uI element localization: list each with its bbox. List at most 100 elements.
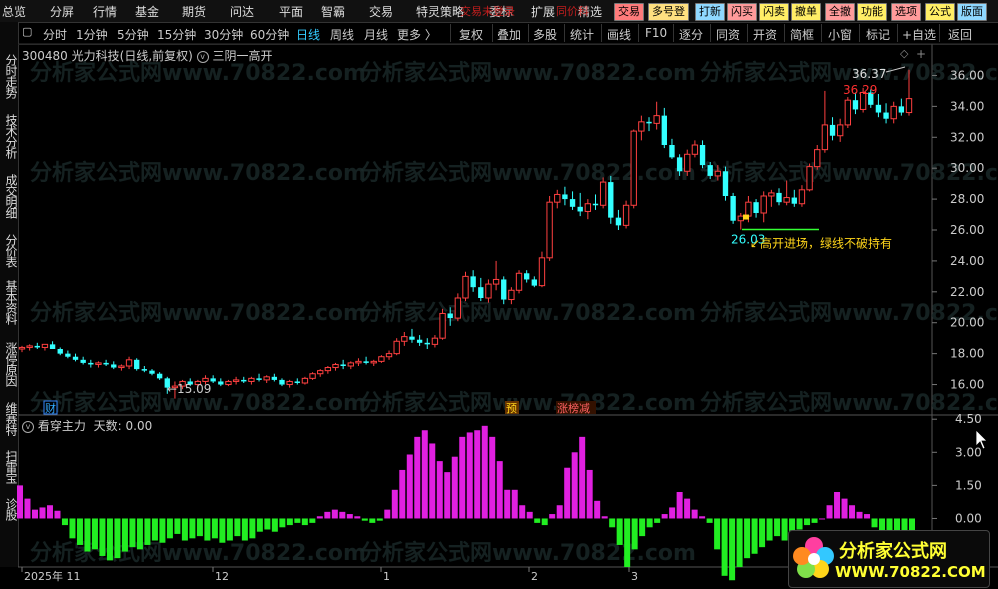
ind-bar-negative (234, 518, 241, 537)
ind-bar-negative (369, 518, 376, 523)
candle-body-up (125, 359, 133, 367)
candle-body-up (401, 336, 408, 342)
candle-body-down (722, 171, 729, 196)
candle-body-up (317, 370, 324, 375)
candle-body-up (248, 377, 255, 382)
candle-body-down (592, 203, 599, 206)
candle-body-up (508, 289, 515, 301)
candle-body-up (26, 345, 33, 348)
watermark-text: 分析家公式网www.70822.com (360, 300, 696, 326)
candle-body-down (271, 376, 278, 380)
candle-body-up (324, 367, 332, 372)
ind-bar-negative (249, 518, 256, 539)
candle-body-up (599, 181, 607, 206)
ind-bar-negative (241, 518, 248, 541)
candle-body-up (638, 121, 645, 132)
ind-bar-negative (129, 518, 136, 548)
candle-body-down (669, 145, 675, 158)
formula-toggle-icon[interactable]: v (196, 50, 209, 63)
ind-bar-negative (189, 518, 196, 539)
annotation-high-price: 36.37 (852, 67, 886, 81)
ind-bar-positive (17, 485, 23, 519)
candle-body-down (875, 104, 882, 113)
ind-bar-negative (121, 518, 128, 552)
ind-bar-negative (624, 518, 631, 567)
ind-bar-negative (804, 518, 811, 526)
ind-bar-negative (609, 518, 616, 528)
main-y-axis: 36.00 34.00 32.00 30.00 28.00 26.00 24.00 22.00… (932, 68, 984, 392)
ind-bar-positive (406, 454, 413, 519)
ind-bar-positive (346, 514, 353, 519)
candle-body-up (760, 195, 767, 214)
ind-bar-positive (429, 443, 436, 519)
y-tick-label: 34.00 (950, 99, 984, 113)
x-tick-label: 12 (215, 570, 229, 583)
ind-bar-negative (76, 518, 83, 545)
candle-body-down (363, 361, 369, 363)
candle-body-up (462, 275, 469, 299)
candle-body-down (294, 381, 300, 383)
candle-body-up (630, 130, 637, 206)
x-axis: 2025年 11 12 1 2 3 (21, 567, 638, 583)
candle-body-up (41, 343, 49, 348)
ind-bar-negative (721, 518, 728, 576)
ind-bar-negative (91, 518, 98, 550)
ind-bar-negative (811, 518, 818, 523)
site-logo: 分析家公式网 WWW.70822.COM (788, 530, 990, 588)
kline-chart: 分析家公式网www.70822.com分析家公式网www.70822.com 分析… (17, 43, 998, 583)
candle-body-down (562, 194, 568, 200)
ind-bar-negative (159, 518, 166, 543)
chart-title-row: 300480 光力科技(日线,前复权) v 三阴一高开 (22, 47, 273, 64)
ind-bar-positive (586, 469, 593, 519)
candle-body-up (485, 283, 492, 299)
ind-bar-negative (166, 518, 173, 539)
candle-body-down (111, 364, 117, 368)
candle-body-up (768, 192, 775, 197)
candle-body-down (791, 197, 797, 204)
indicator-toggle-icon[interactable]: v (22, 420, 34, 433)
candle-body-down (149, 370, 155, 374)
candle-body-down (340, 364, 346, 366)
ind-bar-negative (744, 518, 751, 559)
ind-bar-negative (309, 518, 316, 523)
candle-body-down (883, 112, 889, 119)
candle-body-up (684, 153, 691, 172)
ind-y-tick-label: 0.00 (955, 511, 982, 525)
ind-bar-positive (31, 509, 38, 519)
ind-bar-positive (451, 456, 458, 519)
logo-title: 分析家公式网 (839, 541, 947, 562)
ind-bar-positive (564, 467, 571, 519)
candle-body-up (232, 379, 240, 382)
ind-bar-positive (354, 516, 361, 519)
candle-body-down (531, 279, 537, 286)
forecast-marker: 预 (506, 402, 517, 415)
ind-bar-positive (459, 436, 466, 519)
candle-body-down (141, 369, 148, 371)
ind-bar-negative (871, 518, 878, 528)
ind-bar-positive (384, 509, 391, 519)
ind-bar-negative (99, 518, 106, 556)
candle-body-down (88, 362, 94, 365)
candle-body-up (554, 193, 561, 203)
ind-bar-negative (534, 518, 541, 523)
ind-bar-negative (706, 518, 713, 523)
candle-body-up (905, 98, 913, 114)
candle-body-down (661, 115, 667, 145)
candle-body-down (569, 199, 576, 207)
candle-body-down (608, 182, 614, 218)
candle-body-down (34, 345, 40, 348)
ind-bar-negative (631, 518, 638, 550)
candle-body-up (844, 99, 852, 126)
x-tick-label: 1 (383, 570, 390, 583)
ind-bar-positive (46, 505, 53, 519)
ind-bar-positive (571, 452, 578, 519)
candle-body-down (699, 145, 706, 166)
candle-body-up (301, 377, 309, 384)
ind-bar-positive (684, 498, 691, 519)
ind-bar-negative (226, 518, 233, 541)
ind-bar-negative (181, 518, 188, 541)
candle-body-up (745, 201, 752, 217)
ind-bar-positive (339, 511, 346, 519)
ind-bar-positive (826, 505, 833, 519)
finance-marker: 财 (45, 401, 56, 415)
